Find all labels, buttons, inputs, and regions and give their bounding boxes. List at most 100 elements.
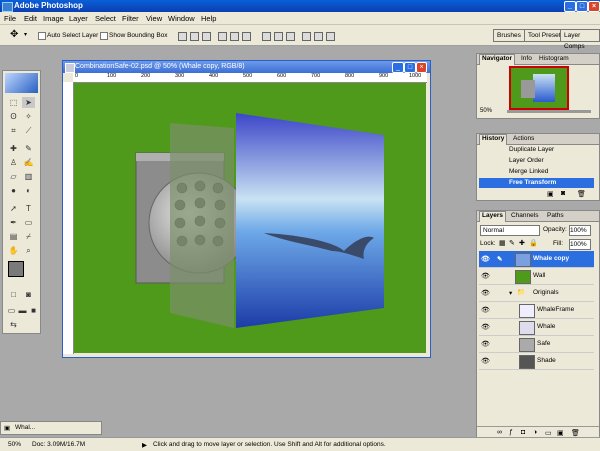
gradient-icon[interactable]: ▥	[22, 171, 35, 182]
navigator-zoom-slider[interactable]	[507, 110, 591, 113]
stamp-icon[interactable]: ♙	[7, 157, 20, 168]
tab-info[interactable]: Info	[519, 55, 534, 62]
auto-select-checkbox[interactable]	[38, 32, 46, 40]
menu-layer[interactable]: Layer	[69, 14, 88, 23]
history-snapshot-icon[interactable]: ◙	[561, 190, 565, 197]
navigator-preview[interactable]	[509, 66, 569, 110]
screen-mode-3-icon[interactable]: ■	[27, 305, 40, 316]
lock-position-icon[interactable]: ✚	[519, 239, 525, 247]
menu-edit[interactable]: Edit	[24, 14, 37, 23]
link-icon[interactable]: ∞	[497, 429, 502, 436]
tab-channels[interactable]: Channels	[509, 212, 540, 219]
history-delete-icon[interactable]: 🗑	[577, 190, 586, 198]
image-canvas[interactable]	[74, 83, 426, 353]
tab-layers[interactable]: Layers	[479, 211, 506, 222]
eye-icon[interactable]: 👁	[481, 306, 490, 314]
history-item[interactable]: Duplicate Layer	[479, 145, 594, 155]
layer-group-row[interactable]: 👁 ▾ 📁 Originals	[479, 285, 594, 302]
navigator-zoom[interactable]: 50%	[480, 108, 492, 114]
palette-tab-brushes[interactable]: Brushes	[493, 29, 525, 42]
lock-transparency-icon[interactable]: ▦	[499, 239, 506, 247]
maximize-icon[interactable]: □	[576, 1, 588, 12]
dodge-icon[interactable]: ◐	[22, 185, 35, 196]
align-vcenter-icon[interactable]	[190, 32, 199, 41]
eyedropper-icon[interactable]: ⌿	[22, 231, 35, 242]
crop-icon[interactable]: ⌗	[7, 125, 20, 136]
history-brush-icon[interactable]: ✍	[22, 157, 35, 168]
eye-icon[interactable]: 👁	[481, 340, 490, 348]
fill-input[interactable]: 100%	[569, 239, 591, 250]
new-group-icon[interactable]: ▭	[545, 429, 552, 437]
tab-history[interactable]: History	[479, 134, 508, 145]
layer-row[interactable]: 👁 Safe	[479, 336, 594, 353]
menu-help[interactable]: Help	[201, 14, 216, 23]
palette-tab-layer-comps[interactable]: Layer Comps	[560, 29, 600, 50]
align-top-icon[interactable]	[178, 32, 187, 41]
mask-icon[interactable]: ◘	[521, 429, 525, 436]
pen-icon[interactable]: ✒	[7, 217, 20, 228]
menu-file[interactable]: File	[4, 14, 16, 23]
eye-icon[interactable]: 👁	[481, 272, 490, 280]
align-hcenter-icon[interactable]	[230, 32, 239, 41]
blend-mode-select[interactable]: Normal	[480, 225, 540, 236]
shape-icon[interactable]: ▭	[22, 217, 35, 228]
distribute-hcenter-icon[interactable]	[314, 32, 323, 41]
distribute-top-icon[interactable]	[262, 32, 271, 41]
adjustment-icon[interactable]: ◑	[533, 429, 537, 436]
lock-all-icon[interactable]: 🔒	[529, 239, 538, 247]
minimize-icon[interactable]: _	[564, 1, 576, 12]
chevron-down-icon[interactable]: ▾	[24, 31, 27, 38]
distribute-left-icon[interactable]	[302, 32, 311, 41]
chevron-down-icon[interactable]: ▾	[509, 289, 512, 297]
quickmask-mode-icon[interactable]: ◙	[22, 289, 35, 300]
eye-icon[interactable]: 👁	[481, 357, 490, 365]
new-layer-icon[interactable]: ▣	[557, 429, 564, 437]
tab-histogram[interactable]: Histogram	[537, 55, 571, 62]
layer-style-icon[interactable]: ƒ	[509, 429, 513, 436]
layer-row[interactable]: 👁 Shade	[479, 353, 594, 370]
history-item-selected[interactable]: Free Transform	[479, 178, 594, 188]
layer-row[interactable]: 👁 WhaleFrame	[479, 302, 594, 319]
imageready-icon[interactable]: ⇆	[7, 319, 20, 330]
tab-actions[interactable]: Actions	[511, 135, 536, 142]
foreground-color-swatch[interactable]	[8, 261, 24, 277]
move-tool-icon[interactable]: ✥	[10, 29, 18, 40]
opacity-input[interactable]: 100%	[569, 225, 591, 236]
path-select-icon[interactable]: ➚	[7, 203, 20, 214]
history-item[interactable]: Merge Linked	[479, 167, 594, 177]
align-bottom-icon[interactable]	[202, 32, 211, 41]
delete-layer-icon[interactable]: 🗑	[571, 429, 580, 437]
tab-navigator[interactable]: Navigator	[479, 54, 515, 65]
move-icon[interactable]: ➤	[22, 97, 35, 108]
menu-filter[interactable]: Filter	[122, 14, 139, 23]
eye-icon[interactable]: 👁	[481, 255, 490, 263]
standard-mode-icon[interactable]: □	[7, 289, 20, 300]
arrow-right-icon[interactable]: ▶	[142, 441, 147, 449]
marquee-icon[interactable]: ⬚	[7, 97, 20, 108]
status-zoom[interactable]: 50%	[8, 441, 21, 448]
eye-icon[interactable]: 👁	[481, 289, 490, 297]
magic-wand-icon[interactable]: ✧	[22, 111, 35, 122]
close-icon[interactable]: ×	[588, 1, 600, 12]
menu-select[interactable]: Select	[95, 14, 116, 23]
layer-row[interactable]: 👁 Whale	[479, 319, 594, 336]
bounding-box-checkbox[interactable]	[100, 32, 108, 40]
doc-minimize-icon[interactable]: _	[392, 62, 404, 73]
menu-view[interactable]: View	[146, 14, 162, 23]
zoom-icon[interactable]: ⌕	[22, 245, 35, 256]
lock-pixels-icon[interactable]: ✎	[509, 239, 515, 247]
eraser-icon[interactable]: ▱	[7, 171, 20, 182]
type-icon[interactable]: T	[22, 203, 35, 214]
notes-icon[interactable]: ▤	[7, 231, 20, 242]
healing-icon[interactable]: ✚	[7, 143, 20, 154]
layer-row[interactable]: 👁 ✎ Whale copy	[479, 251, 594, 268]
layer-row[interactable]: 👁 Wall	[479, 268, 594, 285]
brush-icon[interactable]: ✎	[22, 143, 35, 154]
doc-maximize-icon[interactable]: □	[404, 62, 416, 73]
menu-image[interactable]: Image	[43, 14, 64, 23]
blur-icon[interactable]: ●	[7, 185, 20, 196]
history-new-doc-icon[interactable]: ▣	[547, 190, 554, 198]
distribute-right-icon[interactable]	[326, 32, 335, 41]
align-left-icon[interactable]	[218, 32, 227, 41]
distribute-bottom-icon[interactable]	[286, 32, 295, 41]
